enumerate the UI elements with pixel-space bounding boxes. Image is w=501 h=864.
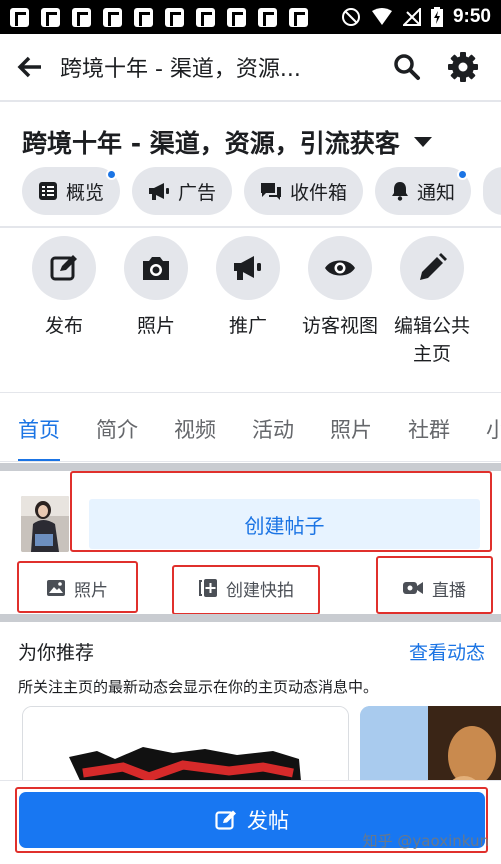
profile-photo (21, 496, 69, 552)
page-tabs: 首页 简介 视频 活动 照片 社群 小组 (0, 396, 501, 462)
action-label: 访客视图 (301, 315, 378, 337)
chip-label: 收件箱 (290, 181, 348, 204)
bell-icon (392, 182, 409, 201)
page-switcher[interactable]: 跨境十年 - 渠道，资源，引流获客 (22, 122, 432, 162)
tab-about[interactable]: 简介 (78, 396, 156, 461)
chip-label: 概览 (66, 181, 105, 204)
chip-overview[interactable]: 概览 (22, 167, 121, 215)
photo-button[interactable]: 照片 (18, 566, 136, 610)
create-post-button[interactable]: 创建帖子 (89, 499, 480, 549)
overview-icon (39, 182, 57, 200)
action-label: 推广 (228, 315, 267, 337)
search-button[interactable] (379, 33, 435, 101)
facebook-notification-icon (258, 7, 277, 27)
tab-groups[interactable]: 小组 (468, 396, 501, 461)
facebook-notification-icon (72, 7, 91, 27)
recommendations-description: 所关注主页的最新动态会显示在你的主页动态消息中。 (18, 678, 379, 696)
back-button[interactable] (0, 33, 60, 101)
app-bar: 跨境十年 - 渠道，资源... (0, 34, 501, 102)
chip-notifications[interactable]: 通知 (375, 167, 472, 215)
create-story-button[interactable]: 创建快拍 (174, 566, 318, 610)
page-actions: 发布 照片 推广 访客视图 编辑公共 主页 (18, 236, 478, 368)
status-bar: 9:50 (0, 0, 501, 34)
notification-icons (10, 7, 308, 27)
image-icon (47, 580, 65, 596)
tab-photos[interactable]: 照片 (312, 396, 390, 461)
inbox-icon (261, 183, 282, 200)
compose-icon (50, 255, 77, 281)
facebook-notification-icon (227, 7, 246, 27)
action-visitor-view[interactable]: 访客视图 (294, 236, 386, 368)
compose-icon (215, 810, 236, 830)
facebook-notification-icon (41, 7, 60, 27)
tab-videos[interactable]: 视频 (156, 396, 234, 461)
chip-inbox[interactable]: 收件箱 (244, 167, 364, 215)
notification-dot (106, 169, 118, 180)
quick-chips: 概览 广告 收件箱 通知 (22, 167, 501, 217)
tab-events[interactable]: 活动 (234, 396, 312, 461)
camera-icon (143, 257, 169, 280)
video-camera-icon (403, 582, 423, 594)
facebook-notification-icon (289, 7, 308, 27)
wifi-icon (371, 8, 392, 25)
divider (0, 392, 501, 393)
live-button[interactable]: 直播 (378, 566, 490, 610)
chip-ads[interactable]: 广告 (132, 167, 233, 215)
clock: 9:50 (452, 6, 491, 27)
back-arrow-icon (17, 56, 41, 78)
tab-home[interactable]: 首页 (0, 396, 78, 461)
eye-icon (325, 260, 355, 276)
view-feed-link[interactable]: 查看动态 (409, 638, 485, 665)
action-publish[interactable]: 发布 (18, 236, 110, 368)
action-edit-page[interactable]: 编辑公共 主页 (386, 236, 478, 368)
signal-icon (402, 8, 421, 26)
notification-dot (457, 169, 469, 180)
avatar[interactable] (21, 496, 69, 552)
do-not-disturb-icon (341, 8, 360, 26)
section-separator (0, 463, 501, 471)
section-separator (0, 614, 501, 622)
chip-label: 通知 (417, 181, 456, 204)
chip-label: 广告 (178, 181, 217, 204)
live-label: 直播 (432, 580, 466, 601)
facebook-notification-icon (134, 7, 153, 27)
create-story-label: 创建快拍 (226, 580, 294, 601)
app-bar-title: 跨境十年 - 渠道，资源... (60, 57, 301, 82)
gear-icon (448, 52, 478, 82)
settings-button[interactable] (435, 33, 491, 101)
action-label: 编辑公共 主页 (393, 315, 470, 365)
page-name: 跨境十年 - 渠道，资源，引流获客 (22, 129, 400, 158)
action-promote[interactable]: 推广 (202, 236, 294, 368)
pencil-icon (420, 253, 447, 280)
action-label: 发布 (44, 315, 83, 337)
action-photo[interactable]: 照片 (110, 236, 202, 368)
search-icon (394, 54, 420, 80)
facebook-notification-icon (165, 7, 184, 27)
battery-icon (430, 7, 443, 27)
caret-down-icon (413, 137, 432, 147)
divider (0, 226, 501, 228)
facebook-notification-icon (196, 7, 215, 27)
megaphone-icon (149, 183, 170, 200)
tab-communities[interactable]: 社群 (390, 396, 468, 461)
watermark: 知乎 @yaoxinkun (362, 832, 489, 850)
action-label: 照片 (136, 315, 175, 337)
story-plus-icon (199, 579, 217, 597)
chip-more[interactable] (483, 167, 501, 215)
photo-label: 照片 (74, 580, 108, 601)
facebook-notification-icon (10, 7, 29, 27)
facebook-notification-icon (103, 7, 122, 27)
megaphone-icon (234, 256, 261, 280)
recommendations-title: 为你推荐 (18, 642, 95, 664)
post-button-label: 发帖 (247, 809, 289, 833)
page: 9:50 跨境十年 - 渠道，资源... 跨境十年 - 渠道，资源，引流获客 概… (0, 0, 501, 864)
